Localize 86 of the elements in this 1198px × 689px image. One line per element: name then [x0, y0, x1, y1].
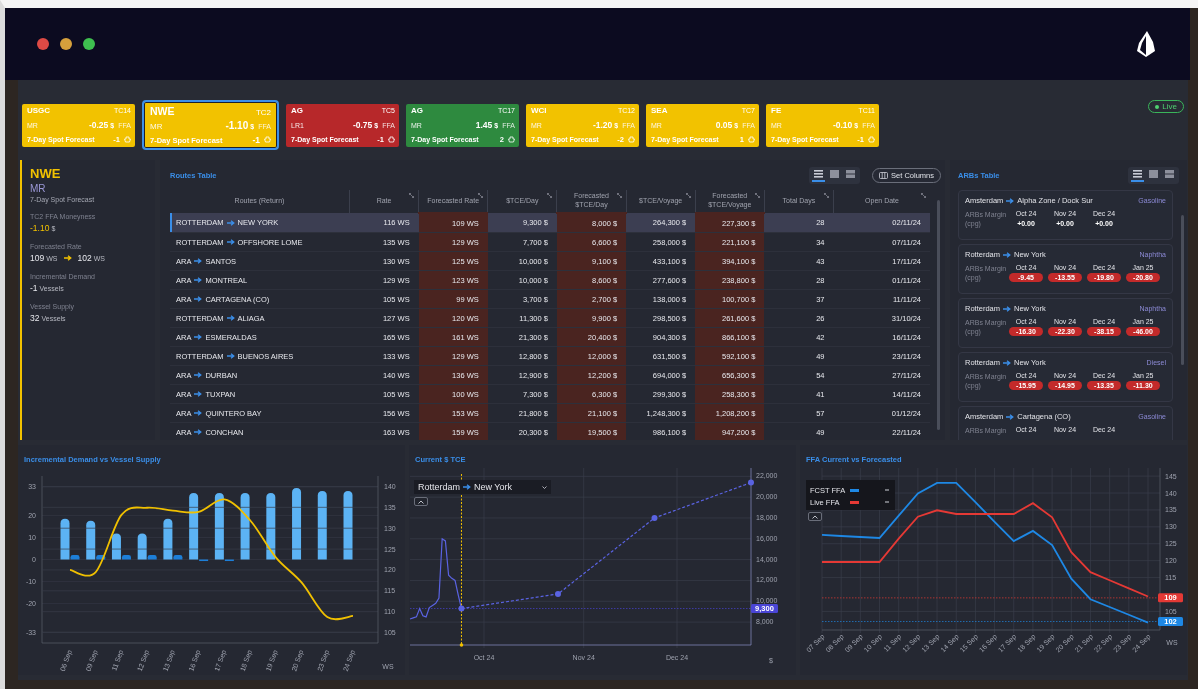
view-button[interactable]	[812, 168, 826, 182]
scrollbar[interactable]	[937, 200, 940, 430]
ffa-value: -0.10	[832, 121, 853, 130]
vessel-class: MR	[150, 123, 163, 132]
region-title: NWE	[30, 166, 61, 181]
legend-swatch-icon	[850, 501, 859, 504]
ffa-value: 0.05	[715, 121, 733, 130]
arrow-icon	[463, 484, 472, 490]
arrow-icon	[64, 255, 73, 261]
arrow-icon	[1003, 251, 1011, 258]
bar	[266, 492, 276, 560]
legend-swatch-icon	[850, 489, 859, 492]
metric-value: 109	[30, 253, 45, 263]
collapse-button[interactable]	[808, 512, 822, 521]
bar	[292, 488, 302, 560]
region-name: NWE	[150, 106, 175, 117]
data-point	[748, 479, 754, 486]
region-name: USGC	[27, 106, 51, 115]
data-point	[458, 605, 465, 612]
metric-value: 32	[30, 313, 40, 323]
route-code: TC2	[255, 109, 271, 117]
region-name: SEA	[651, 106, 668, 115]
ffa-value: -0.25	[88, 121, 109, 130]
resize-icon	[921, 193, 926, 198]
ffa-value: -1.10	[225, 121, 249, 132]
data-point	[555, 591, 561, 597]
resize-icon	[547, 193, 553, 198]
metric-value: -1.10	[30, 223, 50, 233]
arrow-icon	[226, 219, 235, 226]
grid-view-icon	[1149, 169, 1158, 178]
region-name: FE	[771, 106, 782, 115]
region-name: AG	[291, 106, 303, 115]
arrow-icon	[194, 334, 203, 340]
arrow-icon	[194, 391, 203, 397]
chevron-up-icon	[812, 514, 818, 519]
resize-icon	[685, 193, 691, 198]
ffa-value: -1.20	[592, 121, 613, 130]
route-dropdown[interactable]: Rotterdam New York	[414, 480, 551, 494]
vessel-class: MR	[30, 183, 46, 194]
ffa-value: -0.75	[352, 121, 373, 130]
list-view-icon	[814, 169, 824, 178]
minus-icon	[884, 501, 890, 503]
live-label: Live	[1162, 102, 1177, 111]
columns-icon	[879, 171, 889, 179]
caret-icon	[542, 485, 547, 489]
flame-logo	[1136, 31, 1156, 57]
arrow-icon	[1003, 305, 1011, 312]
arrow-icon	[194, 277, 203, 283]
minus-icon	[884, 489, 890, 491]
arrow-icon	[194, 372, 203, 378]
arrow-icon	[194, 429, 203, 435]
metric-value: -1	[30, 283, 38, 293]
arrow-icon	[1006, 413, 1015, 420]
resize-icon	[409, 193, 415, 198]
arrow-icon	[226, 353, 235, 359]
collapse-button[interactable]	[414, 497, 428, 506]
view-button[interactable]	[1131, 168, 1144, 182]
rows-view-icon	[846, 169, 856, 178]
bar	[240, 492, 250, 560]
resize-icon	[478, 193, 484, 198]
grid-view-icon	[830, 169, 840, 178]
arrow-icon	[194, 410, 203, 416]
chevron-up-icon	[418, 499, 424, 504]
ffa-value: 1.45	[475, 121, 493, 130]
rows-view-icon	[1165, 169, 1174, 178]
minimize-button[interactable]	[60, 38, 72, 50]
zoom-button[interactable]	[83, 38, 95, 50]
arrow-icon	[226, 315, 235, 321]
arrow-icon	[1003, 359, 1011, 366]
list-view-icon	[1133, 169, 1142, 178]
metric-value: 102	[77, 253, 92, 263]
arrow-icon	[226, 239, 235, 245]
arrow-icon	[194, 296, 203, 302]
bar	[343, 490, 353, 560]
arrow-icon	[194, 258, 203, 264]
resize-icon	[754, 193, 760, 198]
data-point	[651, 515, 658, 521]
resize-icon	[824, 193, 829, 198]
bar	[317, 490, 327, 560]
scrollbar[interactable]	[1181, 215, 1184, 365]
resize-icon	[616, 193, 622, 198]
vessel-change: -1	[252, 135, 260, 144]
arrow-icon	[1006, 197, 1015, 204]
region-name: WCI	[531, 106, 547, 115]
close-button[interactable]	[37, 38, 49, 50]
region-name: AG	[411, 106, 423, 115]
